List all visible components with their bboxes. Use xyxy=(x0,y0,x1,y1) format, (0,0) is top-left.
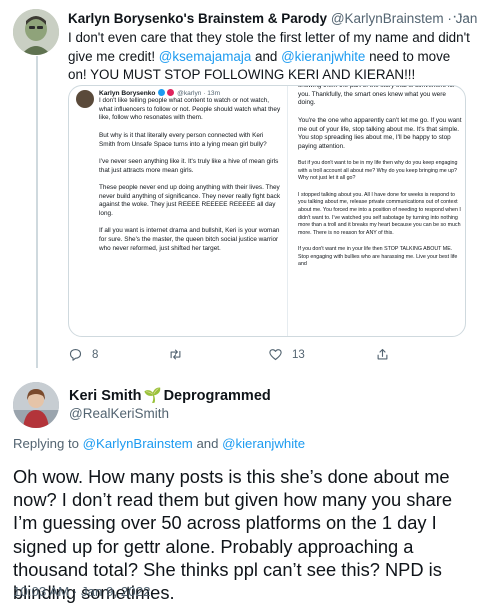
display-name[interactable]: Keri Smith 🌱 Deprogrammed xyxy=(69,387,271,405)
retweet-button[interactable] xyxy=(168,347,183,362)
mini-handle: @karlyn · 13m xyxy=(177,90,221,97)
retweet-icon xyxy=(170,349,181,360)
ellipsis-icon[interactable]: ··· xyxy=(452,8,471,26)
mini-paragraph: But if you don't want to be in my life t… xyxy=(298,160,458,182)
timestamp[interactable]: 10:03 AM · Jan 9, 2022 xyxy=(13,584,151,599)
mini-name: Karlyn Borysenko xyxy=(99,90,156,97)
reply-icon xyxy=(69,348,82,361)
screenshot-right-panel: showing them the part of the story that … xyxy=(287,86,465,336)
thread-line xyxy=(36,56,38,368)
quoted-tweet: Karlyn Borysenko's Brainstem & Parody @K… xyxy=(0,0,479,375)
heart-icon xyxy=(269,349,282,361)
avatar[interactable] xyxy=(13,382,59,428)
brain-avatar-icon xyxy=(13,9,59,55)
tweet-text: I don't even care that they stole the fi… xyxy=(68,29,470,85)
replying-and: and xyxy=(192,436,223,451)
mini-paragraph: I've never seen anything like it. It's t… xyxy=(99,157,279,174)
share-icon xyxy=(377,348,388,360)
avatar[interactable] xyxy=(13,9,59,55)
mini-paragraph: I stopped talking about you. All I have … xyxy=(298,191,461,236)
reply-button[interactable]: 8 xyxy=(68,347,98,362)
mini-paragraph: But why is it that literally every perso… xyxy=(99,131,267,148)
verified-badge-icon xyxy=(158,89,166,96)
profile-photo-icon xyxy=(13,382,59,428)
attached-screenshot[interactable]: Karlyn Borysenko @karlyn · 13m I don't l… xyxy=(68,85,466,337)
share-button[interactable] xyxy=(375,347,390,362)
mini-text: showing them the part of the story that … xyxy=(298,86,464,277)
like-button[interactable]: 13 xyxy=(268,347,305,362)
handle[interactable]: @KarlynBrainstem xyxy=(331,11,444,26)
mini-paragraph: These people never end up doing anything… xyxy=(99,183,281,218)
reply-count: 8 xyxy=(92,348,99,361)
mention-link[interactable]: @kieranjwhite xyxy=(222,436,305,451)
mention-link[interactable]: @ksemajamaja xyxy=(159,49,251,64)
mini-text: I don't like telling people what content… xyxy=(99,97,281,262)
mini-paragraph: I don't like telling people what content… xyxy=(99,97,281,122)
mini-paragraph: If you don't want me in your life then S… xyxy=(298,246,458,268)
mention-link[interactable]: @KarlynBrainstem xyxy=(83,436,193,451)
mention-link[interactable]: @kieranjwhite xyxy=(281,49,365,64)
replying-to: Replying to @KarlynBrainstem and @kieran… xyxy=(13,436,305,451)
display-name-text: Keri Smith xyxy=(69,387,142,404)
tweet-header: Karlyn Borysenko's Brainstem & Parody @K… xyxy=(68,10,479,28)
mini-paragraph: If all you want is internet drama and bu… xyxy=(99,227,280,252)
action-bar: 8 13 xyxy=(68,347,468,367)
replying-prefix: Replying to xyxy=(13,436,83,451)
badge-icon xyxy=(167,89,175,96)
mini-header: Karlyn Borysenko @karlyn · 13m xyxy=(99,89,220,97)
display-name-suffix: Deprogrammed xyxy=(163,387,271,404)
tweet-text-part: and xyxy=(251,48,282,64)
mini-paragraph: showing them the part of the story that … xyxy=(298,86,455,107)
sprout-icon: 🌱 xyxy=(143,388,162,404)
display-name[interactable]: Karlyn Borysenko's Brainstem & Parody xyxy=(68,11,327,26)
mini-paragraph: You're the one who apparently can't let … xyxy=(298,116,462,150)
mini-avatar xyxy=(76,90,94,108)
screenshot-left-panel: Karlyn Borysenko @karlyn · 13m I don't l… xyxy=(69,86,285,336)
like-count: 13 xyxy=(292,348,305,361)
handle[interactable]: @RealKeriSmith xyxy=(69,406,169,421)
